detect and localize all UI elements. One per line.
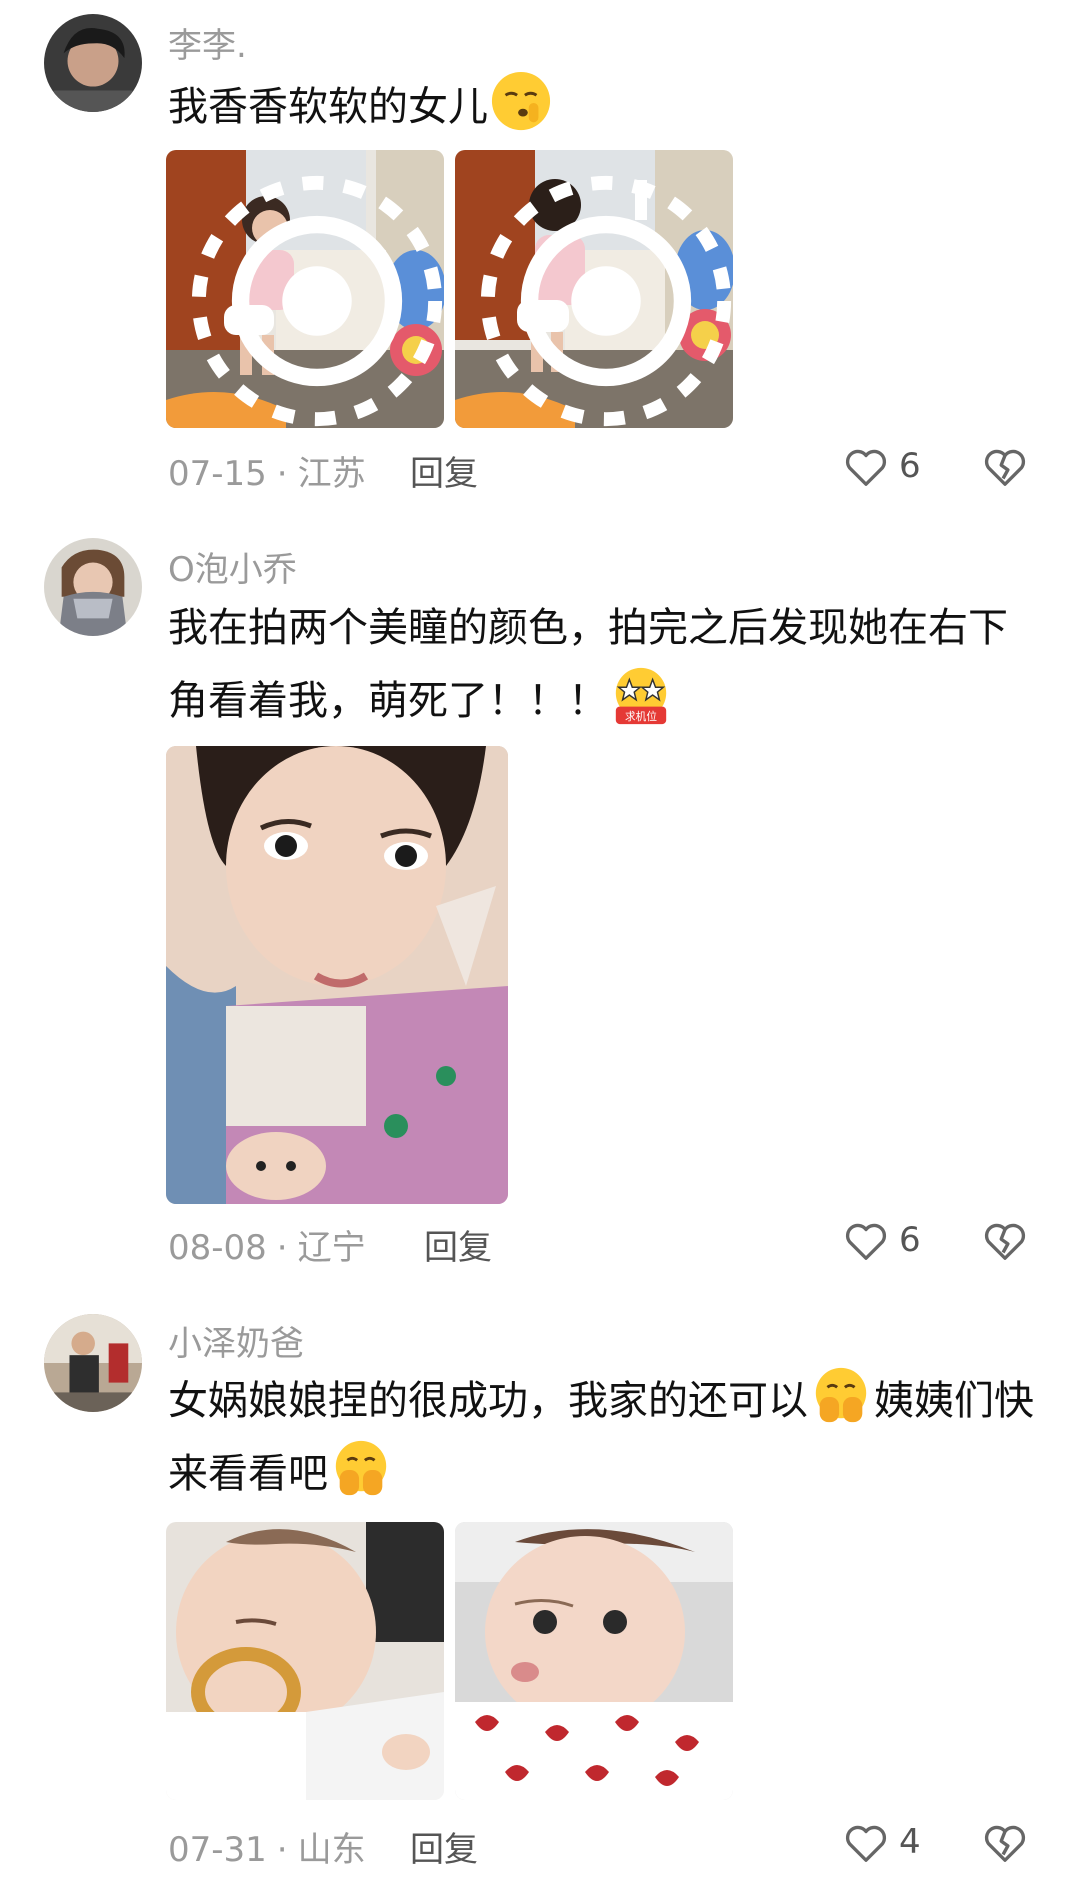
comment-text-part: 女娲娘娘捏的很成功，我家的还可以: [168, 1378, 808, 1424]
live-photo-icon: [480, 175, 732, 427]
photo-thumbnail[interactable]: [166, 150, 444, 428]
avatar[interactable]: [44, 14, 142, 112]
star-eyes-camera-emoji-icon: 求机位: [610, 664, 672, 726]
live-photo-icon: [191, 175, 443, 427]
reply-button[interactable]: 回复: [410, 1822, 478, 1871]
heart-outline-icon[interactable]: [843, 1820, 889, 1866]
meta-separator: ·: [276, 1830, 288, 1870]
hands-over-mouth-emoji-icon: [810, 1364, 872, 1426]
avatar[interactable]: [44, 538, 142, 636]
broken-heart-icon[interactable]: [982, 444, 1028, 490]
comment-text: 我在拍两个美瞳的颜色，拍完之后发现她在右下角看着我，萌死了！！！ 求机位: [168, 592, 1038, 737]
avatar[interactable]: [44, 1314, 142, 1412]
comment-text: 我香香软软的女儿: [168, 70, 1038, 143]
comment-location: 江苏: [297, 454, 366, 494]
avatar-image: [44, 538, 142, 636]
heart-outline-icon[interactable]: [843, 1218, 889, 1264]
comment-item: O泡小乔 我在拍两个美瞳的颜色，拍完之后发现她在右下角看着我，萌死了！！！ 求机…: [0, 520, 1080, 1290]
emoji-caption: 求机位: [625, 710, 657, 723]
comment-item: 小泽奶爸 女娲娘娘捏的很成功，我家的还可以 姨姨们快来看看吧 07-31 · 山…: [0, 1290, 1080, 1890]
comment-date: 08-08: [168, 1228, 267, 1268]
avatar-image: [44, 1314, 142, 1412]
comment-location: 山东: [297, 1830, 366, 1870]
comment-meta: 08-08 · 辽宁: [168, 1220, 366, 1269]
username[interactable]: 小泽奶爸: [168, 1316, 304, 1365]
photo-thumbnail[interactable]: [166, 746, 508, 1204]
hands-over-mouth-emoji-icon: [330, 1437, 392, 1499]
photo-thumbnail[interactable]: [455, 1522, 733, 1800]
username[interactable]: O泡小乔: [168, 542, 297, 591]
comment-item: 李李. 我香香软软的女儿 07-15 · 江苏 回复 6: [0, 0, 1080, 520]
comment-date: 07-15: [168, 454, 267, 494]
comment-date: 07-31: [168, 1830, 267, 1870]
avatar-image: [44, 14, 142, 112]
reply-button[interactable]: 回复: [424, 1220, 492, 1269]
photo-thumbnail[interactable]: [166, 1522, 444, 1800]
broken-heart-icon[interactable]: [982, 1218, 1028, 1264]
username[interactable]: 李李.: [168, 18, 247, 67]
comment-text: 女娲娘娘捏的很成功，我家的还可以 姨姨们快来看看吧: [168, 1364, 1038, 1510]
meta-separator: ·: [276, 454, 288, 494]
like-count: 6: [899, 1220, 921, 1260]
heart-outline-icon[interactable]: [843, 444, 889, 490]
meta-separator: ·: [276, 1228, 288, 1268]
reply-button[interactable]: 回复: [410, 446, 478, 495]
comment-meta: 07-31 · 山东: [168, 1822, 366, 1871]
comment-text-part: 我在拍两个美瞳的颜色，拍完之后发现她在右下角看着我，萌死了！！！: [168, 605, 1008, 724]
photo-thumbnail[interactable]: [455, 150, 733, 428]
shush-face-emoji-icon: [490, 70, 552, 132]
comment-location: 辽宁: [297, 1228, 366, 1268]
like-count: 4: [899, 1822, 921, 1862]
comment-text-part: 我香香软软的女儿: [168, 84, 488, 130]
broken-heart-icon[interactable]: [982, 1820, 1028, 1866]
like-count: 6: [899, 446, 921, 486]
comment-meta: 07-15 · 江苏: [168, 446, 366, 495]
